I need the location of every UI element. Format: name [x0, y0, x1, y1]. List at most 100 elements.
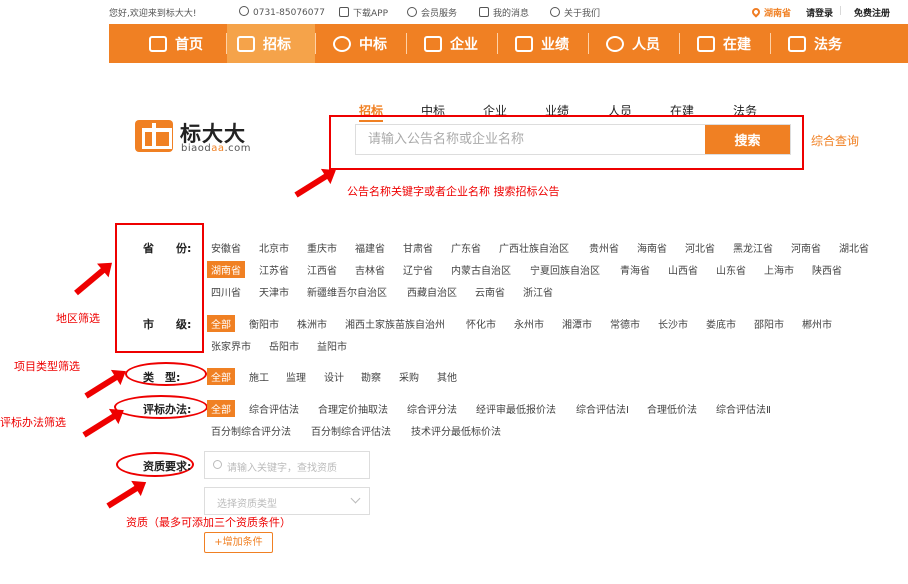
my-messages-label: 我的消息 [493, 9, 530, 19]
province-option[interactable]: 黑龙江省 [733, 240, 773, 255]
province-option[interactable]: 江西省 [307, 262, 337, 277]
method-option[interactable]: 经评审最低报价法 [476, 401, 556, 416]
method-option[interactable]: 综合评估法Ⅰ [576, 401, 629, 416]
nav-item-home[interactable]: 首页 [149, 24, 203, 63]
method-option[interactable]: 综合评估法Ⅱ [716, 401, 771, 416]
add-condition-button[interactable]: +增加条件 [204, 532, 273, 553]
method-option[interactable]: 综合评分法 [407, 401, 457, 416]
nav-item-winning[interactable]: 中标 [333, 24, 387, 63]
annotation-arrow-method [82, 412, 118, 438]
type-option[interactable]: 监理 [286, 369, 306, 384]
composite-query-link[interactable]: 综合查询 [811, 132, 859, 149]
province-option[interactable]: 河南省 [791, 240, 821, 255]
topbar-divider: | [839, 6, 843, 16]
province-option[interactable]: 河北省 [685, 240, 715, 255]
nav-item-enterprise[interactable]: 企业 [424, 24, 478, 63]
city-option[interactable]: 益阳市 [317, 338, 347, 353]
qualification-search-input[interactable]: 请输入关键字，查找资质 [204, 451, 370, 479]
my-messages-link[interactable]: 我的消息 [479, 6, 529, 19]
annotation-arrow-search [294, 172, 330, 198]
qualification-type-select[interactable]: 选择资质类型 [204, 487, 370, 515]
city-option[interactable]: 郴州市 [802, 316, 832, 331]
nav-divider [497, 33, 498, 54]
city-option-selected[interactable]: 全部 [207, 315, 235, 332]
type-option[interactable]: 施工 [249, 369, 269, 384]
province-option[interactable]: 新疆维吾尔自治区 [307, 284, 387, 299]
province-option[interactable]: 山东省 [716, 262, 746, 277]
method-option[interactable]: 综合评估法 [249, 401, 299, 416]
province-option[interactable]: 宁夏回族自治区 [530, 262, 600, 277]
logo-mark-icon [135, 120, 173, 152]
top-utility-bar: 您好,欢迎来到标大大! 0731-85076077 下载APP 会员服务 我的消… [109, 0, 908, 24]
nav-item-bidding[interactable]: 招标 [227, 24, 315, 63]
gavel-icon [788, 35, 806, 52]
type-option[interactable]: 设计 [324, 369, 344, 384]
city-option[interactable]: 怀化市 [466, 316, 496, 331]
annotation-method: 评标办法筛选 [0, 416, 66, 429]
type-option[interactable]: 采购 [399, 369, 419, 384]
city-option[interactable]: 长沙市 [658, 316, 688, 331]
province-option[interactable]: 辽宁省 [403, 262, 433, 277]
city-option[interactable]: 湘潭市 [562, 316, 592, 331]
site-logo[interactable]: 标大大 biaodaa.com [135, 118, 260, 154]
province-option[interactable]: 福建省 [355, 240, 385, 255]
nav-item-under-construction[interactable]: 在建 [697, 24, 751, 63]
province-option[interactable]: 四川省 [211, 284, 241, 299]
type-option[interactable]: 其他 [437, 369, 457, 384]
member-service-label: 会员服务 [421, 9, 458, 19]
method-option[interactable]: 技术评分最低标价法 [411, 423, 501, 438]
phone-item: 0731-85076077 [239, 6, 325, 18]
type-option-selected[interactable]: 全部 [207, 368, 235, 385]
method-option[interactable]: 百分制综合评分法 [211, 423, 291, 438]
mobile-icon [339, 7, 349, 17]
city-option[interactable]: 娄底市 [706, 316, 736, 331]
method-option[interactable]: 百分制综合评估法 [311, 423, 391, 438]
about-us-link[interactable]: 关于我们 [550, 6, 600, 19]
type-label: 类 型: [143, 371, 181, 384]
province-option[interactable]: 青海省 [620, 262, 650, 277]
province-option[interactable]: 山西省 [668, 262, 698, 277]
province-option[interactable]: 上海市 [764, 262, 794, 277]
province-option[interactable]: 江苏省 [259, 262, 289, 277]
city-option[interactable]: 岳阳市 [269, 338, 299, 353]
download-app-link[interactable]: 下载APP [339, 6, 388, 19]
annotation-region: 地区筛选 [56, 312, 100, 325]
city-option[interactable]: 株洲市 [297, 316, 327, 331]
method-option[interactable]: 合理定价抽取法 [318, 401, 388, 416]
annotation-type: 项目类型筛选 [14, 360, 80, 373]
province-option[interactable]: 安徽省 [211, 240, 241, 255]
province-option[interactable]: 贵州省 [589, 240, 619, 255]
method-option[interactable]: 合理低价法 [647, 401, 697, 416]
province-option[interactable]: 北京市 [259, 240, 289, 255]
login-link[interactable]: 请登录 [806, 6, 833, 19]
province-option[interactable]: 甘肃省 [403, 240, 433, 255]
province-option[interactable]: 内蒙古自治区 [451, 262, 511, 277]
province-option[interactable]: 吉林省 [355, 262, 385, 277]
city-option[interactable]: 邵阳市 [754, 316, 784, 331]
province-option[interactable]: 陕西省 [812, 262, 842, 277]
city-option[interactable]: 张家界市 [211, 338, 251, 353]
province-option[interactable]: 湖北省 [839, 240, 869, 255]
province-option[interactable]: 广西壮族自治区 [499, 240, 569, 255]
province-option[interactable]: 天津市 [259, 284, 289, 299]
province-option[interactable]: 重庆市 [307, 240, 337, 255]
method-option-selected[interactable]: 全部 [207, 400, 235, 417]
city-option[interactable]: 湘西土家族苗族自治州 [345, 316, 445, 331]
region-selector[interactable]: 湖南省 [750, 6, 791, 19]
province-option[interactable]: 海南省 [637, 240, 667, 255]
province-option[interactable]: 西藏自治区 [407, 284, 457, 299]
province-option[interactable]: 云南省 [475, 284, 505, 299]
city-option[interactable]: 衡阳市 [249, 316, 279, 331]
register-link[interactable]: 免费注册 [854, 6, 890, 19]
type-option[interactable]: 勘察 [361, 369, 381, 384]
qualification-type-placeholder: 选择资质类型 [217, 499, 277, 510]
province-option-selected[interactable]: 湖南省 [207, 261, 245, 278]
city-option[interactable]: 常德市 [610, 316, 640, 331]
nav-item-performance[interactable]: 业绩 [515, 24, 569, 63]
nav-item-personnel[interactable]: 人员 [606, 24, 660, 63]
member-service-link[interactable]: 会员服务 [407, 6, 457, 19]
city-option[interactable]: 永州市 [514, 316, 544, 331]
nav-item-legal[interactable]: 法务 [788, 24, 842, 63]
province-option[interactable]: 广东省 [451, 240, 481, 255]
province-option[interactable]: 浙江省 [523, 284, 553, 299]
